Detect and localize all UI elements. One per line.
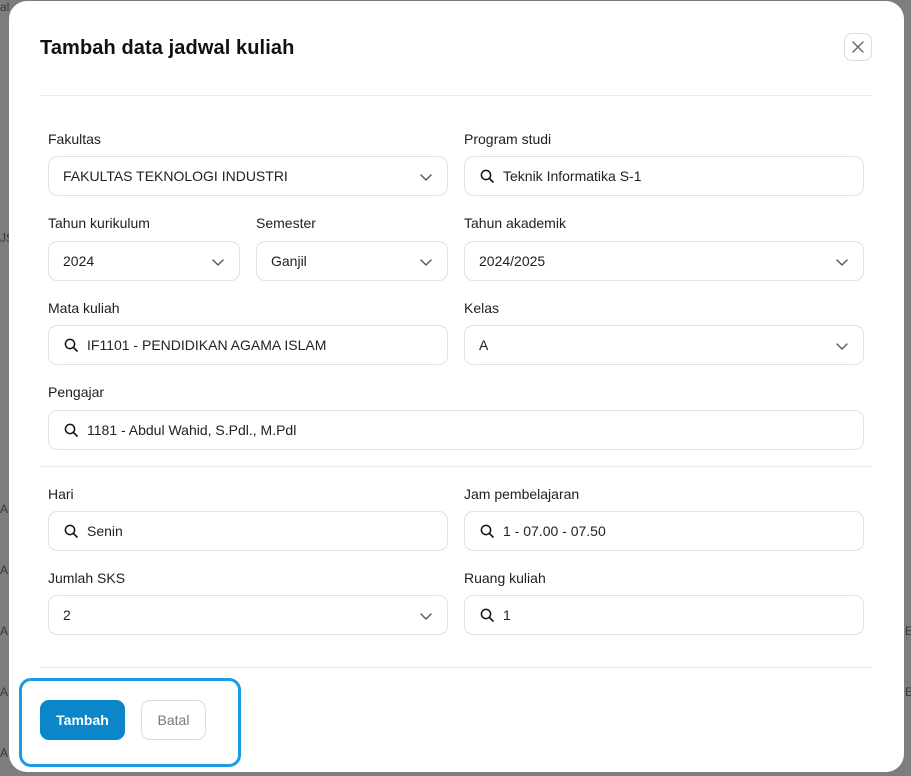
mata-kuliah-value: IF1101 - PENDIDIKAN AGAMA ISLAM [87, 337, 327, 353]
divider [40, 667, 872, 668]
fakultas-select[interactable]: FAKULTAS TEKNOLOGI INDUSTRI [48, 156, 448, 196]
tahun-kurikulum-value: 2024 [63, 253, 95, 269]
ruang-kuliah-label: Ruang kuliah [464, 570, 546, 586]
jam-pembelajaran-search[interactable]: 1 - 07.00 - 07.50 [464, 511, 864, 551]
search-icon [64, 338, 78, 352]
divider [40, 95, 872, 96]
backdrop-text: A [0, 746, 9, 760]
search-icon [480, 608, 494, 622]
add-schedule-modal: Tambah data jadwal kuliah Fakultas FAKUL… [9, 1, 904, 772]
hari-label: Hari [48, 486, 74, 502]
tambah-button[interactable]: Tambah [40, 700, 125, 740]
pengajar-search[interactable]: 1181 - Abdul Wahid, S.Pdl., M.Pdl [48, 410, 864, 450]
tahun-kurikulum-label: Tahun kurikulum [48, 215, 150, 231]
ruang-kuliah-value: 1 [503, 607, 511, 623]
ruang-kuliah-search[interactable]: 1 [464, 595, 864, 635]
search-icon [480, 524, 494, 538]
backdrop-text: A [0, 624, 9, 638]
semester-label: Semester [256, 215, 316, 231]
chevron-down-icon [420, 259, 432, 266]
kelas-label: Kelas [464, 300, 500, 316]
program-studi-value: Teknik Informatika S-1 [503, 168, 642, 184]
jam-pembelajaran-label: Jam pembelajaran [464, 486, 580, 502]
semester-value: Ganjil [271, 253, 307, 269]
jumlah-sks-select[interactable]: 2 [48, 595, 448, 635]
search-icon [480, 169, 494, 183]
pengajar-value: 1181 - Abdul Wahid, S.Pdl., M.Pdl [87, 422, 297, 438]
tahun-akademik-select[interactable]: 2024/2025 [464, 241, 864, 281]
jumlah-sks-value: 2 [63, 607, 71, 623]
tahun-akademik-value: 2024/2025 [479, 253, 546, 269]
chevron-down-icon [836, 343, 848, 350]
chevron-down-icon [420, 174, 432, 181]
fakultas-label: Fakultas [48, 131, 101, 147]
hari-search[interactable]: Senin [48, 511, 448, 551]
backdrop-text: A [0, 685, 9, 699]
chevron-down-icon [212, 259, 224, 266]
hari-value: Senin [87, 523, 123, 539]
backdrop-text: al [0, 0, 10, 14]
fakultas-value: FAKULTAS TEKNOLOGI INDUSTRI [63, 168, 288, 184]
jumlah-sks-label: Jumlah SKS [48, 570, 126, 586]
kelas-select[interactable]: A [464, 325, 864, 365]
batal-button[interactable]: Batal [141, 700, 206, 740]
kelas-value: A [479, 337, 489, 353]
tahun-akademik-label: Tahun akademik [464, 215, 566, 231]
modal-title: Tambah data jadwal kuliah [40, 37, 295, 59]
program-studi-search[interactable]: Teknik Informatika S-1 [464, 156, 864, 196]
chevron-down-icon [836, 259, 848, 266]
backdrop-text: E [905, 685, 911, 699]
search-icon [64, 524, 78, 538]
program-studi-label: Program studi [464, 131, 552, 147]
divider [40, 466, 872, 467]
mata-kuliah-label: Mata kuliah [48, 300, 120, 316]
close-icon [852, 41, 864, 53]
jam-pembelajaran-value: 1 - 07.00 - 07.50 [503, 523, 606, 539]
semester-select[interactable]: Ganjil [256, 241, 448, 281]
close-button[interactable] [844, 33, 872, 61]
pengajar-label: Pengajar [48, 384, 105, 400]
backdrop-text: E [905, 624, 911, 638]
search-icon [64, 423, 78, 437]
tahun-kurikulum-select[interactable]: 2024 [48, 241, 240, 281]
mata-kuliah-search[interactable]: IF1101 - PENDIDIKAN AGAMA ISLAM [48, 325, 448, 365]
chevron-down-icon [420, 613, 432, 620]
